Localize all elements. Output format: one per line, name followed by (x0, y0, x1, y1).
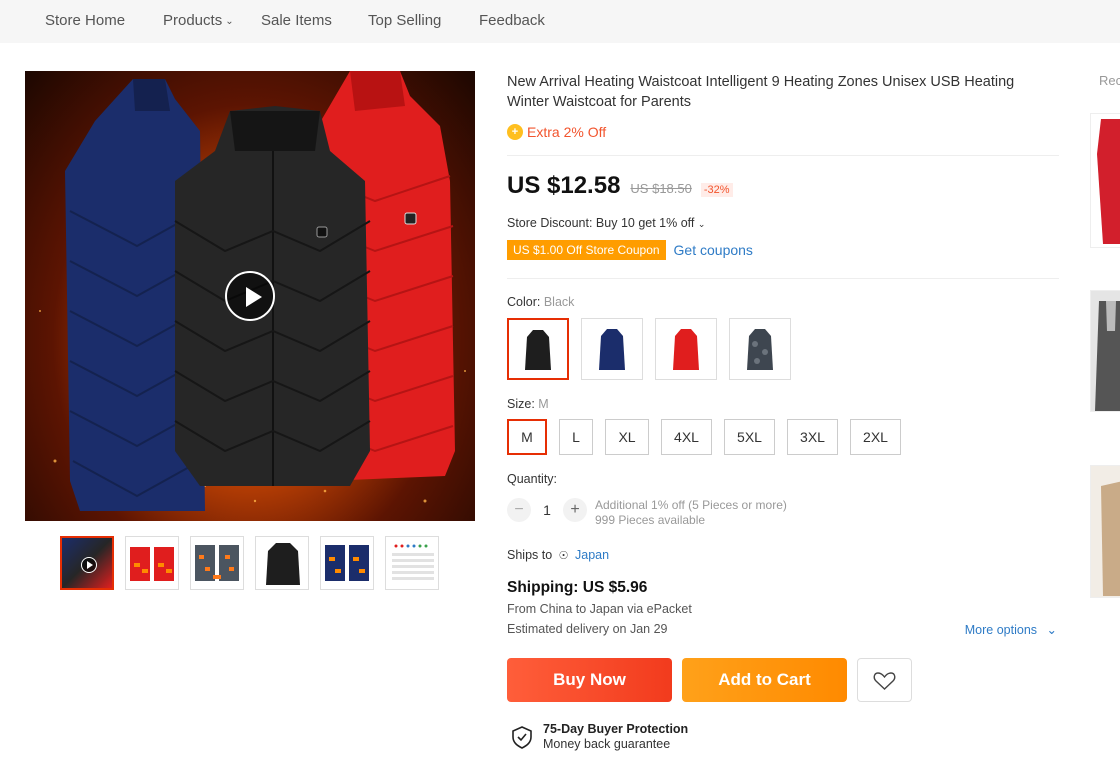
quantity-label: Quantity: (507, 472, 558, 486)
size-chart-icon (392, 544, 434, 580)
divider (507, 278, 1059, 279)
store-discount[interactable]: Store Discount: Buy 10 get 1% off ⌄ (507, 216, 705, 230)
coin-icon: + (507, 124, 523, 140)
thumbnail-camo-vest-heating[interactable] (190, 536, 244, 590)
coupon-row: US $1.00 Off Store Coupon Get coupons (507, 240, 753, 260)
size-option-xl[interactable]: XL (605, 419, 649, 455)
red-dress-image (1091, 114, 1120, 247)
thumbnail-size-chart[interactable] (385, 536, 439, 590)
increase-button[interactable]: + (563, 498, 587, 522)
product-title: New Arrival Heating Waistcoat Intelligen… (507, 74, 1015, 110)
black-vest-icon (266, 543, 300, 585)
size-option-m[interactable]: M (507, 419, 547, 455)
protection-subtitle: Money back guarantee (543, 737, 671, 751)
size-option-2xl[interactable]: 2XL (850, 419, 901, 455)
price-row: US $12.58 US $18.50 -32% (507, 172, 733, 200)
thumbnail-strip (60, 536, 439, 590)
heart-icon (873, 672, 896, 690)
estimated-delivery: Estimated delivery on Jan 29 (507, 622, 668, 636)
thumbnail-navy-vest-heating[interactable] (320, 536, 374, 590)
nav-sale-items[interactable]: Sale Items (261, 12, 332, 29)
chevron-down-icon: ⌄ (697, 219, 706, 229)
size-label: Size: M (507, 397, 549, 411)
more-options-link[interactable]: More options ⌄ (965, 622, 1057, 637)
recommended-item[interactable] (1090, 290, 1120, 412)
store-nav: Store Home Products ⌄ Sale Items Top Sell… (0, 0, 1120, 43)
color-option-navy[interactable] (581, 318, 643, 380)
availability-text: 999 Pieces available (595, 513, 706, 527)
buyer-protection: 75-Day Buyer Protection Money back guara… (511, 722, 688, 752)
nav-feedback[interactable]: Feedback (479, 12, 545, 29)
thumbnail-video[interactable] (60, 536, 114, 590)
color-options (507, 318, 791, 380)
chevron-down-icon: ⌄ (1046, 623, 1057, 637)
play-icon (81, 557, 97, 573)
chevron-down-icon: ⌄ (225, 16, 234, 27)
protection-title: 75-Day Buyer Protection (543, 722, 689, 736)
size-selected-value: M (538, 397, 549, 411)
ships-to-label: Ships to (507, 548, 553, 562)
ship-route: From China to Japan via ePacket (507, 602, 692, 616)
play-video-button[interactable] (225, 271, 275, 321)
color-option-black[interactable] (507, 318, 569, 380)
buy-now-button[interactable]: Buy Now (507, 658, 672, 702)
store-discount-text: Store Discount: Buy 10 get 1% off (507, 216, 695, 230)
size-options: M L XL 4XL 5XL 3XL 2XL (507, 419, 901, 455)
discount-badge: -32% (700, 183, 733, 197)
more-options-text: More options (964, 623, 1038, 637)
decrease-button[interactable]: − (507, 498, 531, 522)
quantity-value[interactable]: 1 (531, 502, 563, 518)
original-price: US $18.50 (630, 181, 692, 196)
beige-coat-image (1091, 466, 1120, 597)
extra-off-badge[interactable]: + Extra 2% Off (507, 124, 606, 140)
bulk-discount-text: Additional 1% off (5 Pieces or more) (595, 498, 787, 512)
camo-vest-icon (195, 545, 239, 581)
nav-store-home[interactable]: Store Home (45, 12, 125, 29)
color-option-red[interactable] (655, 318, 717, 380)
coat-image (1091, 291, 1120, 411)
size-option-5xl[interactable]: 5XL (724, 419, 775, 455)
current-price: US $12.58 (507, 172, 621, 199)
camo-vest-icon (747, 329, 773, 370)
nav-products-label: Products (163, 12, 223, 29)
color-label: Color: Black (507, 295, 574, 309)
quantity-note: Additional 1% off (5 Pieces or more) 999… (595, 498, 787, 528)
ships-to-country[interactable]: Japan (575, 548, 609, 562)
size-label-text: Size: (507, 397, 535, 411)
shield-check-icon (512, 726, 532, 749)
divider (507, 155, 1059, 156)
nav-products[interactable]: Products ⌄ (163, 12, 234, 29)
ships-to: Ships to ☉ Japan (507, 548, 609, 562)
recommended-item[interactable] (1090, 465, 1120, 598)
recommended-item[interactable] (1090, 113, 1120, 248)
main-product-image[interactable] (25, 71, 475, 521)
thumbnail-black-vest[interactable] (255, 536, 309, 590)
extra-off-text: Extra 2% Off (527, 124, 607, 140)
store-coupon-badge: US $1.00 Off Store Coupon (507, 240, 666, 260)
wishlist-button[interactable] (857, 658, 912, 702)
size-option-4xl[interactable]: 4XL (661, 419, 712, 455)
size-option-l[interactable]: L (559, 419, 593, 455)
nav-top-selling[interactable]: Top Selling (368, 12, 441, 29)
quantity-stepper: − 1 + Additional 1% off (5 Pieces or mor… (507, 498, 787, 527)
size-option-3xl[interactable]: 3XL (787, 419, 838, 455)
color-selected-value: Black (543, 295, 575, 309)
black-vest-icon (525, 330, 551, 370)
navy-vest-icon (599, 329, 625, 370)
shipping-price: Shipping: US $5.96 (507, 579, 648, 596)
red-vest-icon (130, 547, 174, 581)
navy-vest-icon (325, 545, 369, 581)
color-option-camo[interactable] (729, 318, 791, 380)
get-coupons-link[interactable]: Get coupons (674, 242, 753, 258)
add-to-cart-button[interactable]: Add to Cart (682, 658, 847, 702)
thumbnail-red-vest-heating[interactable] (125, 536, 179, 590)
red-vest-icon (673, 329, 699, 370)
color-label-text: Color: (507, 295, 541, 309)
recommended-title: Rec (1099, 73, 1120, 88)
location-pin-icon: ☉ (558, 550, 569, 562)
